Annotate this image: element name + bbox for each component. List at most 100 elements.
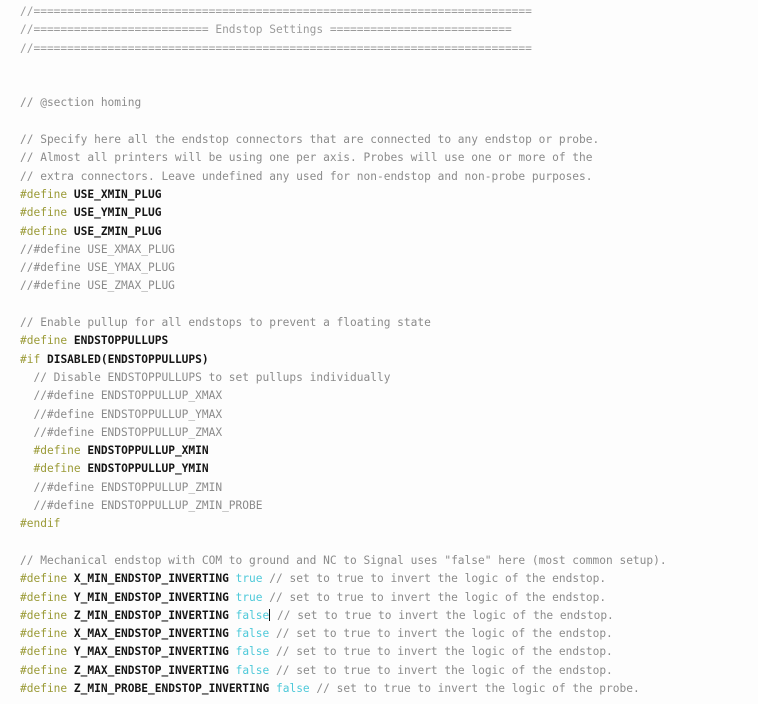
code-line[interactable]: //#define ENDSTOPPULLUP_ZMAX [0, 424, 758, 442]
code-line-blank[interactable] [0, 58, 758, 76]
separator-rule: //======================================… [20, 41, 532, 55]
macro-identifier[interactable]: X_MAX_ENDSTOP_INVERTING [74, 627, 229, 640]
code-line[interactable]: #define X_MAX_ENDSTOP_INVERTING false //… [0, 625, 758, 643]
code-line[interactable]: // Disable ENDSTOPPULLUPS to set pullups… [0, 369, 758, 387]
code-line[interactable]: #define USE_XMIN_PLUG [0, 186, 758, 204]
code-line[interactable]: //#define ENDSTOPPULLUP_ZMIN_PROBE [0, 497, 758, 515]
code-line[interactable]: // Enable pullup for all endstops to pre… [0, 314, 758, 332]
code-line[interactable]: #define X_MIN_ENDSTOP_INVERTING true // … [0, 570, 758, 588]
code-line[interactable]: // Specify here all the endstop connecto… [0, 131, 758, 149]
macro-value[interactable]: false [276, 682, 310, 695]
code-line[interactable]: // extra connectors. Leave undefined any… [0, 168, 758, 186]
preprocessor-keyword: #define [20, 627, 68, 641]
code-line-blank[interactable] [0, 76, 758, 94]
trailing-comment: // set to true to invert the logic of th… [276, 645, 613, 659]
comment-text: // Mechanical endstop with COM to ground… [20, 553, 667, 567]
code-line[interactable]: // Almost all printers will be using one… [0, 149, 758, 167]
macro-identifier[interactable]: Y_MAX_ENDSTOP_INVERTING [74, 645, 229, 658]
macro-value[interactable]: false [236, 609, 270, 622]
code-line[interactable]: #define Z_MIN_PROBE_ENDSTOP_INVERTING fa… [0, 680, 758, 698]
trailing-comment: // set to true to invert the logic of th… [277, 608, 614, 622]
code-line-blank[interactable] [0, 296, 758, 314]
macro-identifier[interactable]: Z_MAX_ENDSTOP_INVERTING [74, 664, 229, 677]
macro-value[interactable]: false [236, 627, 270, 640]
blank-filler [20, 78, 27, 91]
comment-text: //#define ENDSTOPPULLUP_YMAX [20, 407, 223, 421]
macro-identifier[interactable]: USE_XMIN_PLUG [74, 188, 162, 201]
code-line-blank[interactable] [0, 113, 758, 131]
comment-text: //#define USE_XMAX_PLUG [20, 242, 175, 256]
macro-identifier[interactable]: USE_ZMIN_PLUG [74, 225, 162, 238]
code-line[interactable]: #define Y_MAX_ENDSTOP_INVERTING false //… [0, 643, 758, 661]
separator-rule-left: //========================== [20, 23, 216, 37]
code-line[interactable]: //======================================… [0, 40, 758, 58]
macro-identifier[interactable]: Z_MIN_PROBE_ENDSTOP_INVERTING [74, 682, 269, 695]
code-line[interactable]: #define Z_MAX_ENDSTOP_INVERTING false //… [0, 662, 758, 680]
comment-text: // @section homing [20, 96, 142, 110]
macro-value[interactable]: false [236, 664, 270, 677]
code-line[interactable]: #define ENDSTOPPULLUP_YMIN [0, 460, 758, 478]
code-line-blank[interactable] [0, 534, 758, 552]
macro-identifier[interactable]: DISABLED(ENDSTOPPULLUPS) [47, 353, 209, 366]
code-line[interactable]: //#define ENDSTOPPULLUP_ZMIN [0, 479, 758, 497]
comment-text: // Specify here all the endstop connecto… [20, 133, 600, 147]
code-line[interactable]: //========================== Endstop Set… [0, 21, 758, 39]
code-line[interactable]: #if DISABLED(ENDSTOPPULLUPS) [0, 351, 758, 369]
code-line[interactable]: //======================================… [0, 3, 758, 21]
code-text-area[interactable]: //========================== ============… [0, 3, 758, 698]
code-line[interactable]: #define Z_MIN_ENDSTOP_INVERTING false //… [0, 607, 758, 625]
preprocessor-keyword: #define [20, 572, 68, 586]
code-line[interactable]: //#define ENDSTOPPULLUP_XMAX [0, 387, 758, 405]
macro-identifier[interactable]: Z_MIN_ENDSTOP_INVERTING [74, 609, 229, 622]
preprocessor-keyword: #define [33, 462, 81, 476]
trailing-comment: // set to true to invert the logic of th… [276, 663, 613, 677]
preprocessor-keyword: #endif [20, 517, 61, 531]
code-line[interactable]: #define USE_YMIN_PLUG [0, 204, 758, 222]
macro-identifier[interactable]: Y_MIN_ENDSTOP_INVERTING [74, 591, 229, 604]
comment-text: //#define ENDSTOPPULLUP_ZMIN_PROBE [20, 499, 263, 513]
code-line[interactable]: // Mechanical endstop with COM to ground… [0, 552, 758, 570]
macro-identifier[interactable]: ENDSTOPPULLUP_XMIN [87, 444, 208, 457]
code-editor-viewport[interactable]: //========================== ============… [0, 0, 758, 704]
text-caret [269, 608, 271, 621]
separator-rule-right: =========================== [323, 23, 512, 37]
code-line[interactable]: #define USE_ZMIN_PLUG [0, 223, 758, 241]
macro-identifier[interactable]: X_MIN_ENDSTOP_INVERTING [74, 572, 229, 585]
code-line[interactable]: #define ENDSTOPPULLUPS [0, 332, 758, 350]
preprocessor-keyword: #define [20, 645, 68, 659]
macro-value[interactable]: false [236, 645, 270, 658]
code-line[interactable]: //#define USE_XMAX_PLUG [0, 241, 758, 259]
code-line[interactable]: // @section homing [0, 94, 758, 112]
code-line[interactable]: //#define USE_YMAX_PLUG [0, 259, 758, 277]
macro-identifier[interactable]: ENDSTOPPULLUPS [74, 334, 168, 347]
code-line[interactable]: #define ENDSTOPPULLUP_XMIN [0, 442, 758, 460]
code-line[interactable]: //#define USE_ZMAX_PLUG [0, 277, 758, 295]
macro-identifier[interactable]: ENDSTOPPULLUP_YMIN [87, 462, 208, 475]
code-line[interactable]: #define Y_MIN_ENDSTOP_INVERTING true // … [0, 589, 758, 607]
code-line[interactable]: #endif [0, 515, 758, 533]
code-line[interactable]: //#define ENDSTOPPULLUP_YMAX [0, 406, 758, 424]
comment-text: //#define ENDSTOPPULLUP_ZMAX [20, 425, 223, 439]
trailing-comment: // set to true to invert the logic of th… [276, 627, 613, 641]
preprocessor-keyword: #define [20, 663, 68, 677]
comment-text: // Almost all printers will be using one… [20, 151, 593, 165]
preprocessor-keyword: #define [20, 206, 68, 220]
macro-value[interactable]: true [236, 591, 263, 604]
macro-value[interactable]: true [236, 572, 263, 585]
preprocessor-keyword: #define [20, 187, 68, 201]
preprocessor-keyword: #if [20, 352, 41, 366]
macro-identifier[interactable]: USE_YMIN_PLUG [74, 206, 162, 219]
trailing-comment: // set to true to invert the logic of th… [269, 590, 607, 604]
trailing-comment: // set to true to invert the logic of th… [269, 572, 607, 586]
